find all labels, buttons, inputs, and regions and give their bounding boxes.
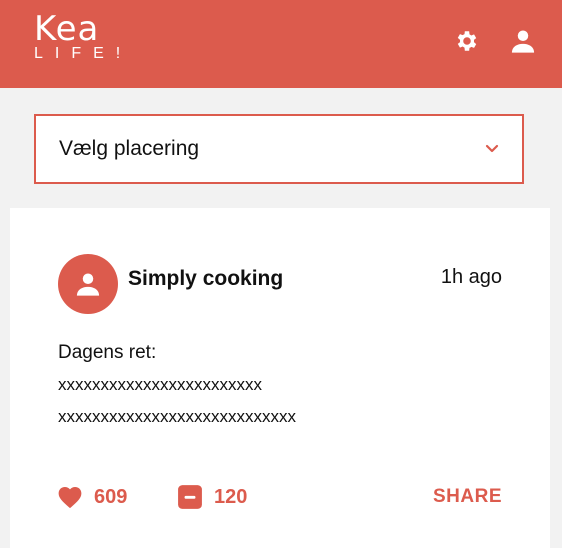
post-line: xxxxxxxxxxxxxxxxxxxxxxxxxxxx — [58, 407, 296, 426]
post-card: Simply cooking 1h ago Dagens ret: xxxxxx… — [10, 208, 550, 548]
app-header: Kea LIFE! — [0, 0, 562, 88]
kea-life-logo[interactable]: Kea LIFE! — [34, 9, 133, 62]
profile-button[interactable] — [509, 27, 537, 55]
location-select[interactable]: Vælg placering — [34, 114, 524, 184]
like-count: 609 — [94, 485, 128, 508]
logo-sub-text: LIFE! — [34, 45, 133, 62]
user-icon — [511, 30, 535, 53]
like-button[interactable]: 609 — [56, 482, 127, 512]
gear-icon — [457, 31, 477, 51]
logo-main-text: Kea — [34, 9, 100, 49]
post-title: Dagens ret: — [58, 342, 157, 363]
post-body: Dagens ret: xxxxxxxxxxxxxxxxxxxxxxxx xxx… — [58, 342, 296, 438]
settings-button[interactable] — [453, 27, 481, 55]
post-actions: 609 120 SHARE — [10, 482, 550, 512]
user-icon — [76, 273, 100, 296]
chevron-down-icon — [485, 144, 499, 153]
post-timestamp: 1h ago — [440, 266, 502, 288]
post-line: xxxxxxxxxxxxxxxxxxxxxxxx — [58, 375, 262, 394]
avatar[interactable] — [58, 254, 118, 314]
comment-button[interactable]: 120 — [176, 482, 247, 512]
share-button[interactable]: SHARE — [433, 482, 502, 512]
location-select-value: Vælg placering — [59, 137, 200, 160]
post-author[interactable]: Simply cooking — [128, 267, 283, 291]
comment-count: 120 — [214, 485, 248, 508]
comment-icon — [176, 483, 204, 511]
heart-icon — [56, 483, 84, 511]
